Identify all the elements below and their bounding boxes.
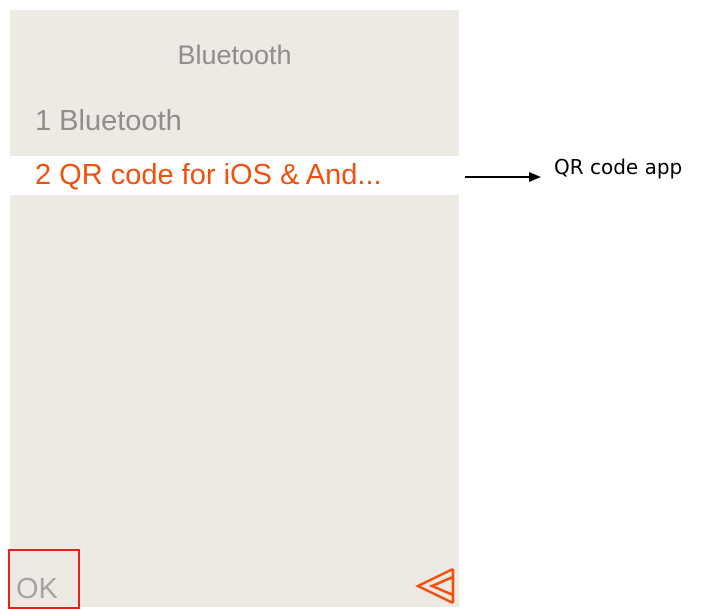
annotation-label: QR code app	[554, 155, 683, 179]
menu-item-qr-code[interactable]: 2 QR code for iOS & And...	[10, 156, 459, 195]
menu-item-bluetooth[interactable]: 1 Bluetooth	[10, 102, 459, 141]
right-arrow-icon	[465, 172, 541, 182]
ok-softkey-label: OK	[16, 573, 58, 605]
screen-title: Bluetooth	[177, 40, 292, 70]
ok-softkey-button[interactable]: OK	[8, 549, 80, 609]
back-double-chevron-icon[interactable]	[414, 566, 456, 606]
device-screen: Bluetooth 1 Bluetooth 2 QR code for iOS …	[8, 10, 459, 609]
